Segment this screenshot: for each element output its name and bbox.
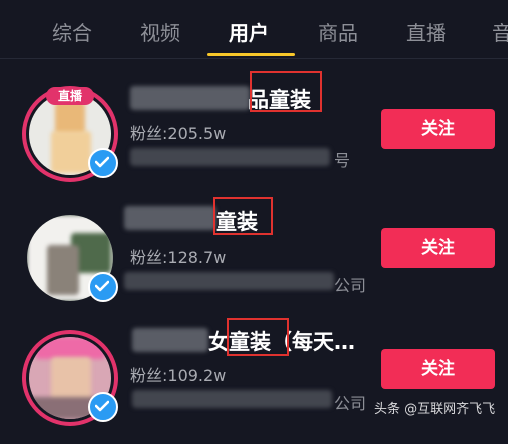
active-tab-indicator — [207, 53, 295, 56]
tab-music[interactable]: 音 — [492, 17, 508, 46]
follow-button[interactable]: 关注 — [381, 109, 495, 149]
tab-users[interactable]: 用户 — [229, 17, 269, 46]
verified-icon — [88, 392, 118, 422]
user-result-row[interactable]: 直播 品童装 粉丝:205.5w 号 关注 — [0, 71, 508, 200]
fans-count: 粉丝:109.2w — [130, 366, 227, 385]
tab-live[interactable]: 直播 — [406, 17, 446, 46]
blurred-description — [130, 148, 330, 166]
blurred-name — [124, 206, 216, 230]
fans-count: 粉丝:205.5w — [130, 124, 227, 143]
fans-count: 粉丝:128.7w — [130, 248, 227, 267]
tab-videos[interactable]: 视频 — [140, 17, 180, 46]
keyword-highlight-box — [250, 71, 322, 112]
live-badge: 直播 — [46, 87, 94, 105]
blurred-description — [132, 390, 332, 408]
keyword-highlight-box — [213, 197, 273, 235]
avatar[interactable] — [22, 330, 118, 426]
user-description: 公司 — [334, 276, 367, 295]
blurred-description — [124, 272, 334, 290]
follow-button[interactable]: 关注 — [381, 349, 495, 389]
tab-comprehensive[interactable]: 综合 — [52, 17, 92, 46]
follow-button[interactable]: 关注 — [381, 228, 495, 268]
tabs-divider — [0, 58, 508, 59]
watermark: 头条 @互联网齐飞飞 — [374, 402, 496, 417]
avatar[interactable] — [22, 210, 118, 306]
verified-icon — [88, 272, 118, 302]
search-tabs: 综合 视频 用户 商品 直播 音 — [0, 0, 508, 58]
blurred-name — [132, 328, 208, 352]
user-result-row[interactable]: 童装 粉丝:128.7w 公司 关注 — [0, 197, 508, 324]
user-description: 号 — [334, 151, 351, 170]
user-description: 公司 — [334, 394, 367, 413]
verified-icon — [88, 148, 118, 178]
avatar[interactable]: 直播 — [22, 86, 118, 182]
keyword-highlight-box — [227, 318, 289, 356]
tab-products[interactable]: 商品 — [318, 17, 358, 46]
blurred-name — [130, 86, 250, 110]
